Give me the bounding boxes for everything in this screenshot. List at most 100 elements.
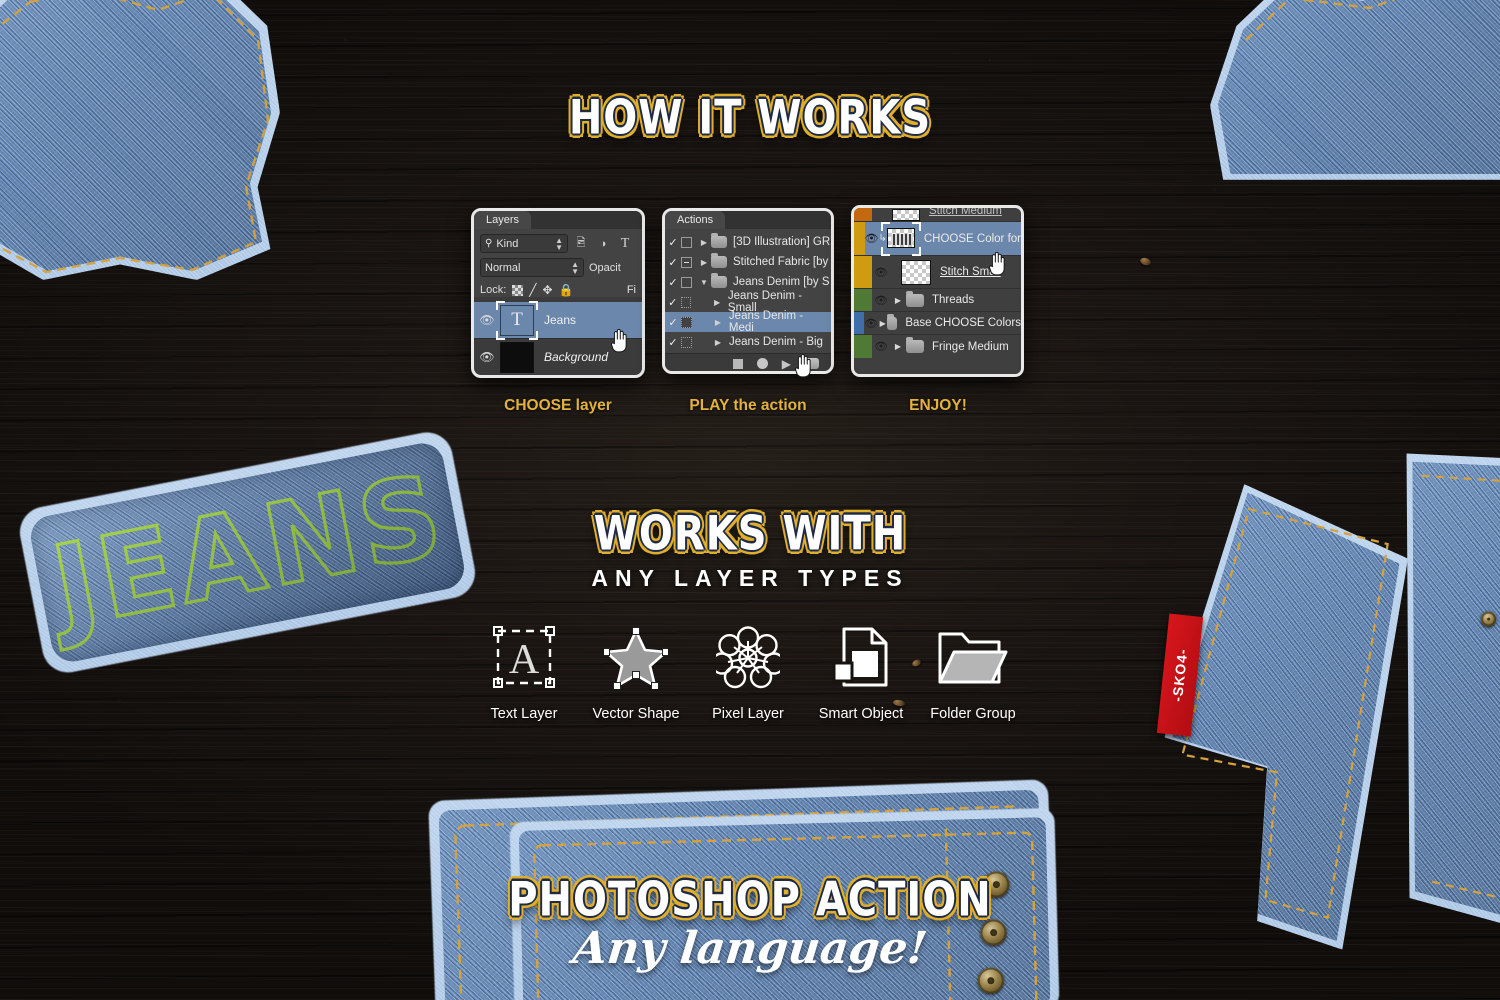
layer-color-strip bbox=[854, 335, 872, 358]
chevron-right-icon[interactable]: ▶ bbox=[890, 342, 906, 351]
result-layers-list: Stitch Medium 👁 ↳ CHOOSE Color for 👁 Sti… bbox=[854, 208, 1021, 374]
dialog-toggle-box[interactable] bbox=[681, 236, 692, 248]
layer-name: Jeans bbox=[544, 313, 577, 327]
eye-icon[interactable]: 👁 bbox=[474, 313, 500, 327]
actions-panel-tabbar: Actions bbox=[665, 211, 831, 229]
dialog-toggle-box[interactable] bbox=[680, 316, 692, 328]
layer-name: Fringe Medium bbox=[932, 340, 1009, 353]
result-layer-row[interactable]: 👁 ▶ Base CHOOSE Colors bbox=[854, 312, 1021, 335]
check-icon[interactable]: ✓ bbox=[665, 256, 681, 269]
action-name: Stitched Fabric [by bbox=[733, 256, 829, 268]
layer-color-strip bbox=[854, 289, 872, 311]
tab-layers[interactable]: Layers bbox=[474, 211, 532, 229]
eye-icon[interactable]: 👁 bbox=[865, 232, 879, 245]
layer-thumbnail-wrap[interactable] bbox=[880, 221, 921, 256]
dialog-toggle-box[interactable] bbox=[681, 276, 692, 288]
folder-icon bbox=[906, 290, 924, 307]
dialog-toggle-box[interactable] bbox=[681, 256, 692, 268]
kind-filter-select[interactable]: ⚲ Kind ▲ ▼ bbox=[480, 234, 568, 253]
actions-panel[interactable]: Actions ✓ ▶ [3D Illustration] GR ✓ ▶ Sti… bbox=[662, 208, 834, 374]
adjustment-icon[interactable]: ◑ bbox=[594, 235, 612, 253]
lock-label: Lock: bbox=[480, 284, 507, 296]
dialog-toggle-box[interactable] bbox=[680, 296, 692, 308]
eye-icon[interactable]: 👁 bbox=[872, 266, 890, 279]
layer-thumbnail-type[interactable]: T bbox=[496, 300, 538, 340]
check-icon[interactable]: ✓ bbox=[665, 236, 681, 249]
svg-text:A: A bbox=[509, 637, 540, 683]
layer-name: Stitch Medium bbox=[929, 205, 1002, 217]
vector-shape-icon bbox=[602, 625, 670, 690]
transparency-icon[interactable] bbox=[512, 284, 524, 296]
chevron-right-icon[interactable]: ▶ bbox=[697, 238, 711, 247]
lock-icon[interactable]: 🔒 bbox=[559, 283, 574, 297]
result-layer-row[interactable]: Stitch Medium bbox=[854, 208, 1021, 222]
eye-icon[interactable]: 👁 bbox=[872, 294, 890, 307]
brand-tag-label: -SKO4- bbox=[1169, 647, 1191, 703]
clipping-mask-icon: ↳ bbox=[878, 233, 887, 244]
action-row[interactable]: ✓ ▶ Jeans Denim - Big bbox=[665, 332, 831, 352]
eye-icon[interactable]: 👁 bbox=[474, 350, 500, 364]
layer-color-strip bbox=[854, 256, 872, 288]
check-icon[interactable]: ✓ bbox=[665, 276, 681, 289]
layer-name: CHOOSE Color for bbox=[923, 232, 1021, 245]
poster-canvas: JEANS -SK bbox=[0, 0, 1500, 1000]
smart-object-icon bbox=[830, 625, 894, 689]
result-layers-panel[interactable]: Stitch Medium 👁 ↳ CHOOSE Color for 👁 Sti… bbox=[851, 205, 1024, 377]
check-icon[interactable]: ✓ bbox=[665, 316, 681, 329]
move-icon[interactable]: ✥ bbox=[543, 283, 553, 297]
chevron-right-icon[interactable]: ▶ bbox=[697, 258, 711, 267]
action-row[interactable]: ✓ ▶ Stitched Fabric [by bbox=[665, 252, 831, 272]
chevron-right-icon[interactable]: ▶ bbox=[711, 338, 725, 347]
layer-row[interactable]: 👁 Background bbox=[474, 339, 642, 375]
chevron-down-icon[interactable]: ▼ bbox=[697, 278, 711, 287]
result-layer-row[interactable]: 👁 ▶ Threads bbox=[854, 289, 1021, 312]
chevron-updown-icon[interactable]: ▲ ▼ bbox=[555, 236, 563, 251]
heading-any-language: Any language! bbox=[570, 923, 930, 974]
layer-thumbnail[interactable] bbox=[892, 208, 920, 221]
folder-icon bbox=[887, 313, 898, 330]
layer-thumbnail[interactable] bbox=[886, 227, 915, 248]
heading-works-with: WORKS WITH bbox=[593, 506, 907, 562]
chevron-right-icon[interactable]: ▶ bbox=[711, 318, 725, 327]
result-layer-row[interactable]: 👁 Stitch Small bbox=[854, 256, 1021, 289]
chevron-right-icon[interactable]: ▶ bbox=[878, 319, 887, 328]
type-icon[interactable]: T bbox=[616, 235, 634, 253]
step-label-enjoy: ENJOY! bbox=[909, 397, 967, 414]
action-row[interactable]: ✓ ▶ Jeans Denim - Medi bbox=[665, 310, 831, 334]
layers-panel[interactable]: Layers ⚲ Kind ▲ ▼ 🖻 ◑ T Normal ▲ ▼ Opaci… bbox=[471, 208, 645, 378]
layers-list: 👁 T Jeans 👁 Background bbox=[474, 300, 642, 375]
search-icon: ⚲ bbox=[485, 238, 493, 249]
eye-icon[interactable]: 👁 bbox=[864, 317, 878, 330]
heading-photoshop-action: PHOTOSHOP ACTION bbox=[508, 872, 992, 928]
denim-patch-top-right bbox=[1210, 0, 1500, 180]
action-row[interactable]: ✓ ▶ Jeans Denim - Small bbox=[665, 290, 831, 314]
layer-row[interactable]: 👁 T Jeans bbox=[474, 300, 642, 340]
check-icon[interactable]: ✓ bbox=[665, 296, 681, 309]
result-layer-row[interactable]: 👁 ↳ CHOOSE Color for bbox=[854, 221, 1021, 256]
new-set-icon[interactable] bbox=[805, 358, 819, 369]
action-name: Jeans Denim - Medi bbox=[728, 310, 804, 334]
play-icon[interactable]: ▶ bbox=[782, 358, 791, 370]
chevron-updown-icon[interactable]: ▲ ▼ bbox=[571, 260, 579, 275]
eye-icon[interactable]: 👁 bbox=[872, 340, 890, 353]
folder-open-icon bbox=[711, 273, 727, 288]
check-icon[interactable]: ✓ bbox=[665, 336, 681, 349]
action-row[interactable]: ✓ ▶ [3D Illustration] GR bbox=[665, 232, 831, 252]
blend-mode-select[interactable]: Normal ▲ ▼ bbox=[480, 258, 584, 277]
tab-actions[interactable]: Actions bbox=[665, 211, 726, 229]
chevron-right-icon[interactable]: ▶ bbox=[890, 296, 906, 305]
brush-icon[interactable]: ╱ bbox=[529, 283, 536, 297]
chevron-right-icon[interactable]: ▶ bbox=[710, 298, 724, 307]
heading-how-it-works: HOW IT WORKS bbox=[568, 90, 932, 146]
result-layer-row[interactable]: 👁 ▶ Fringe Medium bbox=[854, 335, 1021, 358]
layer-thumbnail[interactable] bbox=[901, 259, 931, 285]
stop-icon[interactable] bbox=[732, 358, 743, 369]
action-row[interactable]: ✓ ▼ Jeans Denim [by S bbox=[665, 272, 831, 292]
layer-thumbnail-background[interactable] bbox=[500, 341, 534, 373]
record-icon[interactable] bbox=[756, 358, 768, 369]
layers-blend-row: Normal ▲ ▼ Opacit bbox=[480, 258, 636, 277]
image-icon[interactable]: 🖻 bbox=[572, 235, 590, 253]
kind-filter-value: Kind bbox=[496, 237, 519, 250]
dialog-toggle-box[interactable] bbox=[681, 336, 692, 348]
layer-name: Stitch Small bbox=[940, 266, 1001, 278]
